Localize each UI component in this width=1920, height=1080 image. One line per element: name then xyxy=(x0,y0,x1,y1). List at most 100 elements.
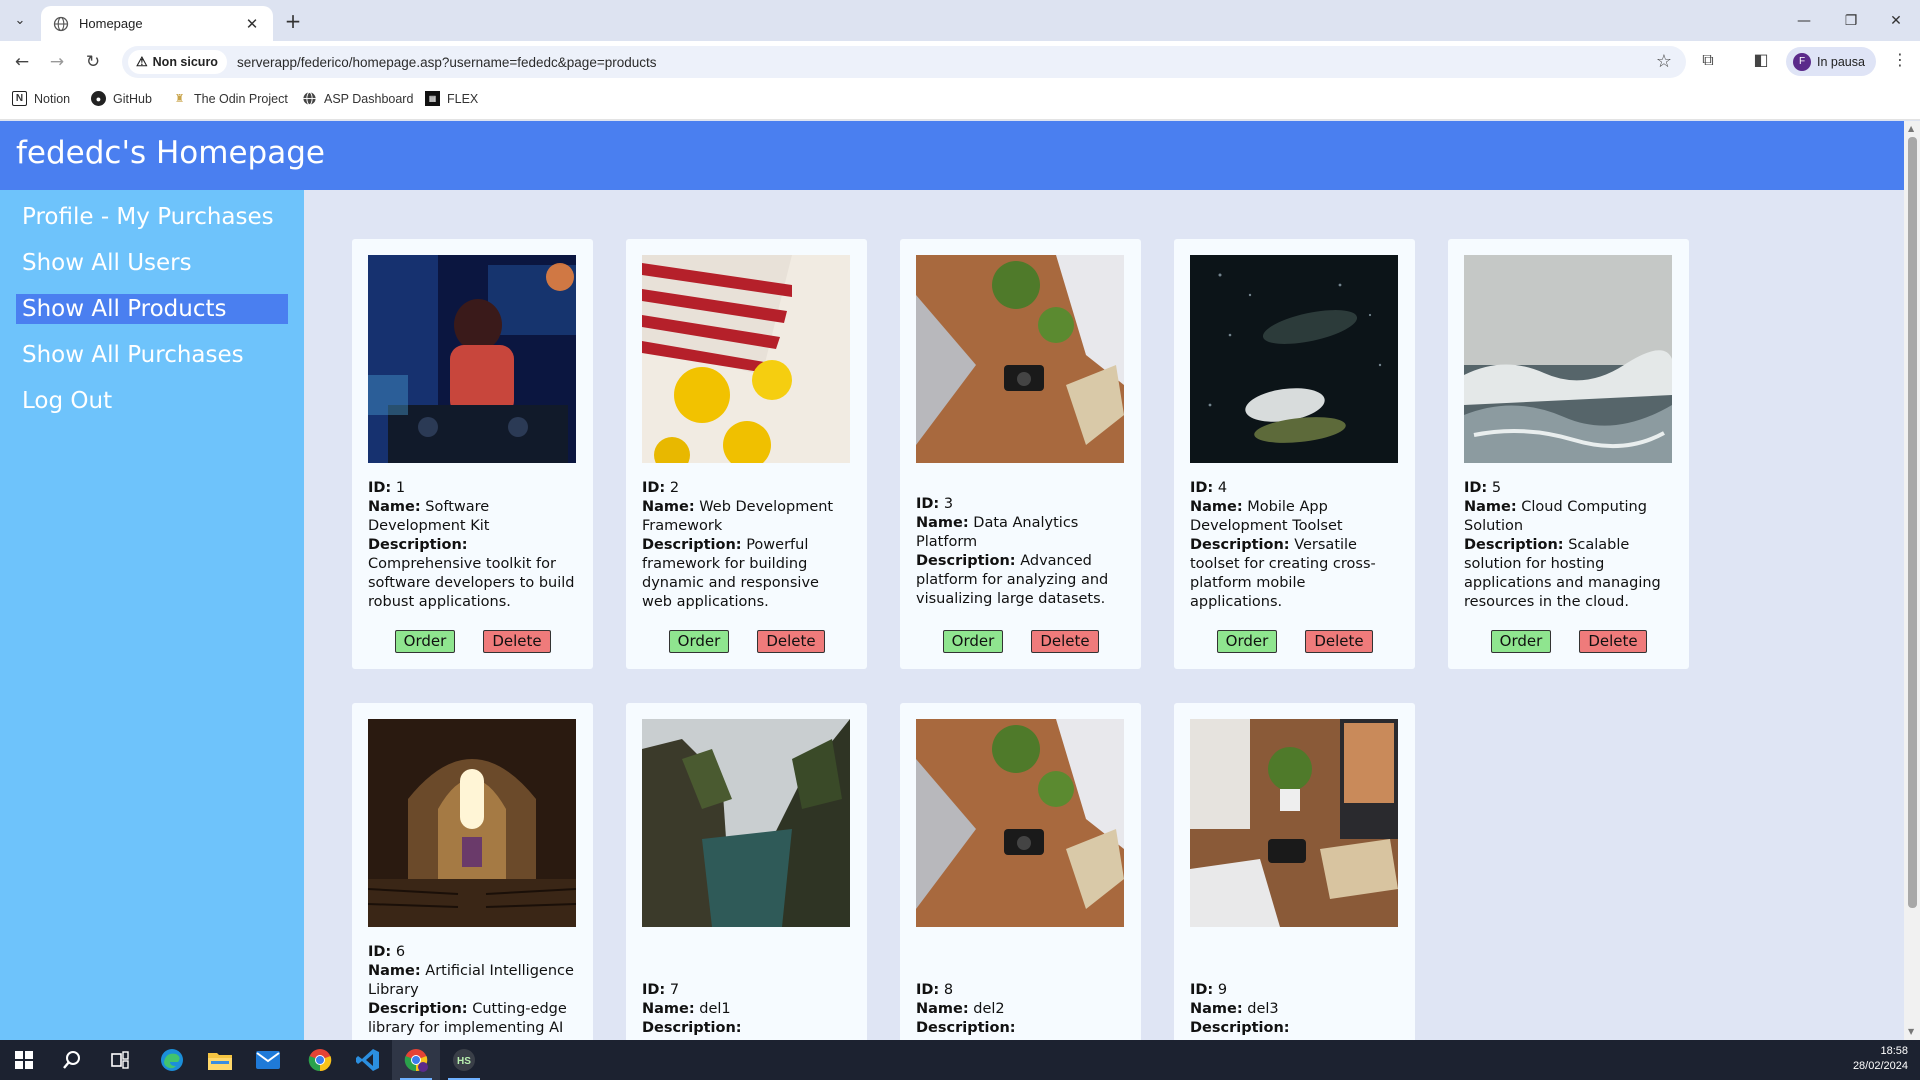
flex-icon: ▦ xyxy=(425,91,440,106)
page-scrollbar[interactable]: ▲ ▼ xyxy=(1904,121,1920,1040)
id-label: ID: xyxy=(1190,480,1214,496)
browser-tab[interactable]: Homepage ✕ xyxy=(41,6,273,41)
security-label: Non sicuro xyxy=(152,55,218,69)
restore-window-button[interactable]: ❐ xyxy=(1831,8,1871,34)
sidebar-item-log-out[interactable]: Log Out xyxy=(16,386,288,416)
name-label: Name: xyxy=(916,1001,969,1017)
product-id: 5 xyxy=(1491,480,1502,496)
scroll-up-icon[interactable]: ▲ xyxy=(1908,124,1914,133)
hs-app-icon[interactable]: HS xyxy=(440,1040,488,1080)
name-label: Name: xyxy=(916,515,969,531)
product-id: 8 xyxy=(943,982,954,998)
sidebar-item-profile-purchases[interactable]: Profile - My Purchases xyxy=(16,202,288,232)
side-panel-icon[interactable]: ◧ xyxy=(1748,50,1774,74)
windows-start-icon[interactable] xyxy=(0,1040,48,1080)
delete-button[interactable]: Delete xyxy=(757,630,825,653)
order-button[interactable]: Order xyxy=(943,630,1003,653)
name-label: Name: xyxy=(368,963,421,979)
chrome-icon[interactable] xyxy=(296,1040,344,1080)
close-window-button[interactable]: ✕ xyxy=(1876,8,1916,34)
bookmark-github[interactable]: ● GitHub xyxy=(91,91,152,106)
order-button[interactable]: Order xyxy=(1217,630,1277,653)
product-info: ID: 9 Name: del3 Description: xyxy=(1190,981,1401,1038)
new-tab-button[interactable]: + xyxy=(280,9,306,35)
id-label: ID: xyxy=(1464,480,1488,496)
order-button[interactable]: Order xyxy=(1491,630,1551,653)
search-icon[interactable] xyxy=(48,1040,96,1080)
tab-search-button[interactable]: ⌄ xyxy=(6,8,34,32)
bookmark-asp-dashboard[interactable]: ASP Dashboard xyxy=(302,91,413,106)
chrome-profile-icon[interactable] xyxy=(392,1040,440,1080)
order-button[interactable]: Order xyxy=(669,630,729,653)
product-info: ID: 3 Name: Data Analytics Platform Desc… xyxy=(916,495,1127,609)
id-label: ID: xyxy=(368,480,392,496)
bookmark-notion[interactable]: N Notion xyxy=(12,91,70,106)
arrow-right-icon: → xyxy=(49,52,65,72)
name-label: Name: xyxy=(642,499,695,515)
bookmark-odin-project[interactable]: ♜ The Odin Project xyxy=(172,91,288,106)
description-label: Description: xyxy=(642,1020,742,1036)
id-label: ID: xyxy=(642,982,666,998)
avatar: F xyxy=(1793,52,1811,71)
delete-button[interactable]: Delete xyxy=(1305,630,1373,653)
name-label: Name: xyxy=(1464,499,1517,515)
product-id: 9 xyxy=(1217,982,1228,998)
minimize-window-button[interactable]: — xyxy=(1784,8,1824,34)
id-label: ID: xyxy=(1190,982,1214,998)
close-tab-icon[interactable]: ✕ xyxy=(243,15,261,33)
sidebar-item-show-all-products[interactable]: Show All Products xyxy=(16,294,288,324)
product-image xyxy=(916,719,1124,927)
scrollbar-thumb[interactable] xyxy=(1908,137,1917,908)
file-explorer-icon[interactable] xyxy=(196,1040,244,1080)
bookmark-label: The Odin Project xyxy=(194,91,288,106)
browser-tab-strip: ⌄ Homepage ✕ + — ❐ ✕ xyxy=(0,0,1920,41)
arrow-left-icon: ← xyxy=(14,52,30,72)
bookmark-star-icon[interactable]: ☆ xyxy=(1656,51,1672,72)
sidebar-item-show-all-users[interactable]: Show All Users xyxy=(16,248,288,278)
extensions-icon[interactable]: ⧉ xyxy=(1695,50,1721,74)
address-bar[interactable]: ⚠ Non sicuro serverapp/federico/homepage… xyxy=(122,46,1686,78)
product-id: 7 xyxy=(669,982,680,998)
browser-menu-icon[interactable]: ⋮ xyxy=(1890,50,1910,69)
reload-button[interactable]: ↻ xyxy=(79,49,107,75)
url-text[interactable]: serverapp/federico/homepage.asp?username… xyxy=(237,55,657,70)
vscode-icon[interactable] xyxy=(344,1040,392,1080)
clock-date: 28/02/2024 xyxy=(1852,1060,1908,1072)
description-label: Description: xyxy=(368,537,468,553)
products-grid: ID: 1 Name: Software Development Kit Des… xyxy=(304,190,1904,1040)
site-header: fededc's Homepage xyxy=(0,121,1904,190)
product-card: ID: 8 Name: del2 Description: xyxy=(900,703,1141,1040)
bookmark-flex[interactable]: ▦ FLEX xyxy=(425,91,478,106)
description-label: Description: xyxy=(1190,1020,1290,1036)
edge-icon[interactable] xyxy=(148,1040,196,1080)
product-name: del2 xyxy=(973,1001,1005,1017)
name-label: Name: xyxy=(1190,499,1243,515)
order-button[interactable]: Order xyxy=(395,630,455,653)
name-label: Name: xyxy=(368,499,421,515)
profile-button[interactable]: F In pausa xyxy=(1786,47,1876,76)
description-label: Description: xyxy=(916,1020,1016,1036)
task-view-icon[interactable] xyxy=(96,1040,144,1080)
site-security-chip[interactable]: ⚠ Non sicuro xyxy=(128,50,227,74)
product-id: 2 xyxy=(669,480,680,496)
product-card: ID: 5 Name: Cloud Computing Solution Des… xyxy=(1448,239,1689,669)
mail-icon[interactable] xyxy=(244,1040,292,1080)
product-image xyxy=(1190,255,1398,463)
sidebar-item-show-all-purchases[interactable]: Show All Purchases xyxy=(16,340,288,370)
delete-button[interactable]: Delete xyxy=(1579,630,1647,653)
delete-button[interactable]: Delete xyxy=(483,630,551,653)
description-label: Description: xyxy=(1190,537,1290,553)
forward-button[interactable]: → xyxy=(43,49,71,75)
product-card: ID: 1 Name: Software Development Kit Des… xyxy=(352,239,593,669)
delete-button[interactable]: Delete xyxy=(1031,630,1099,653)
name-label: Name: xyxy=(1190,1001,1243,1017)
back-button[interactable]: ← xyxy=(8,49,36,75)
product-image xyxy=(368,719,576,927)
description-label: Description: xyxy=(642,537,742,553)
product-info: ID: 6 Name: Artificial Intelligence Libr… xyxy=(368,943,579,1038)
browser-toolbar: ← → ↻ ⚠ Non sicuro serverapp/federico/ho… xyxy=(0,41,1920,82)
product-card: ID: 4 Name: Mobile App Development Tools… xyxy=(1174,239,1415,669)
product-info: ID: 5 Name: Cloud Computing Solution Des… xyxy=(1464,479,1675,612)
system-clock[interactable]: 18:58 28/02/2024 xyxy=(1853,1044,1908,1074)
scroll-down-icon[interactable]: ▼ xyxy=(1908,1027,1914,1036)
